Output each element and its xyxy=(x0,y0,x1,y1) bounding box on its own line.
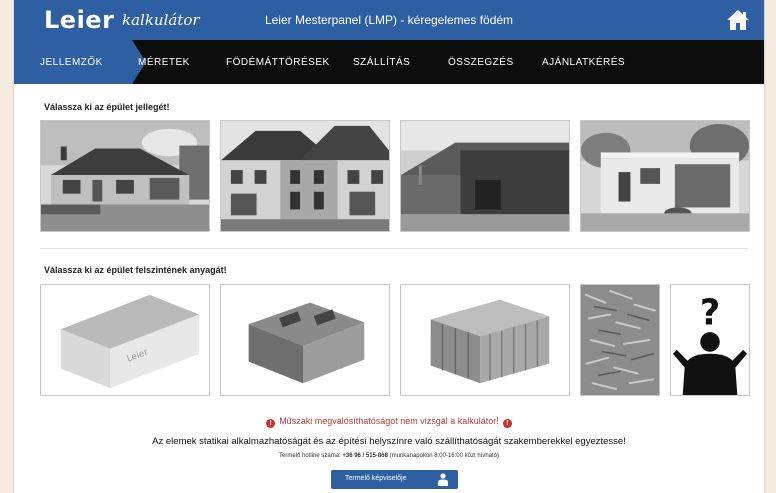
building-option-single-storey-house[interactable] xyxy=(40,120,210,232)
material-label: Válassza ki az épület felszintének anyag… xyxy=(44,265,227,275)
building-option-row-house[interactable] xyxy=(220,120,390,232)
hotline-info: Termelő hotline száma: +36 96 / 515-868 … xyxy=(14,453,764,459)
warning-icon: ! xyxy=(266,419,276,428)
building-option-industrial-hall[interactable] xyxy=(400,120,570,232)
building-option-garage[interactable] xyxy=(580,120,750,232)
material-option-ceramic-brick[interactable] xyxy=(400,284,570,396)
material-option-panel[interactable]: Leier xyxy=(40,284,210,396)
tab-ajanlatkeres[interactable]: AJÁNLATKÉRÉS xyxy=(542,57,625,68)
section-divider xyxy=(40,248,748,249)
hotline-prefix: Termelő hotline száma: xyxy=(279,453,341,459)
person-icon xyxy=(437,473,449,486)
warning-icon-right: ! xyxy=(502,419,512,428)
app-frame: Leier kalkulátor Leier Mesterpanel (LMP)… xyxy=(14,0,764,493)
tab-szallitas[interactable]: SZÁLLÍTÁS xyxy=(353,57,410,68)
building-type-label: Válassza ki az épület jellegét! xyxy=(44,102,170,112)
material-option-wood-fiber[interactable] xyxy=(580,284,660,396)
warning-text: Műszaki megvalósíthatóságot nem vizsgál … xyxy=(279,416,499,426)
hotline-number: +36 96 / 515-868 xyxy=(342,453,388,459)
hotline-suffix: (munkanapokon 8:00-16:00 közt hívható) xyxy=(389,453,499,459)
home-icon[interactable] xyxy=(726,9,750,31)
svg-text:?: ? xyxy=(700,292,720,333)
contact-representative-button[interactable]: Termelő képviselője xyxy=(331,470,458,489)
consult-notice: Az elemek statikai alkalmazhatóságát és … xyxy=(152,436,626,447)
tab-meretek[interactable]: MÉRETEK xyxy=(138,57,190,68)
tab-jellemzok[interactable]: JELLEMZŐK xyxy=(40,57,103,68)
material-option-unknown[interactable]: ? xyxy=(670,284,750,396)
contact-button-label: Termelő képviselője xyxy=(345,475,407,482)
tab-fodemattoresek[interactable]: FÖDÉMÁTTÖRÉSEK xyxy=(226,57,330,68)
technical-warning: ! Műszaki megvalósíthatóságot nem vizsgál… xyxy=(14,416,764,428)
page-title: Leier Mesterpanel (LMP) - kéregelemes fö… xyxy=(264,13,514,27)
material-option-concrete-block[interactable] xyxy=(220,284,390,396)
tab-osszegzes[interactable]: ÖSSZEGZÉS xyxy=(448,57,514,68)
